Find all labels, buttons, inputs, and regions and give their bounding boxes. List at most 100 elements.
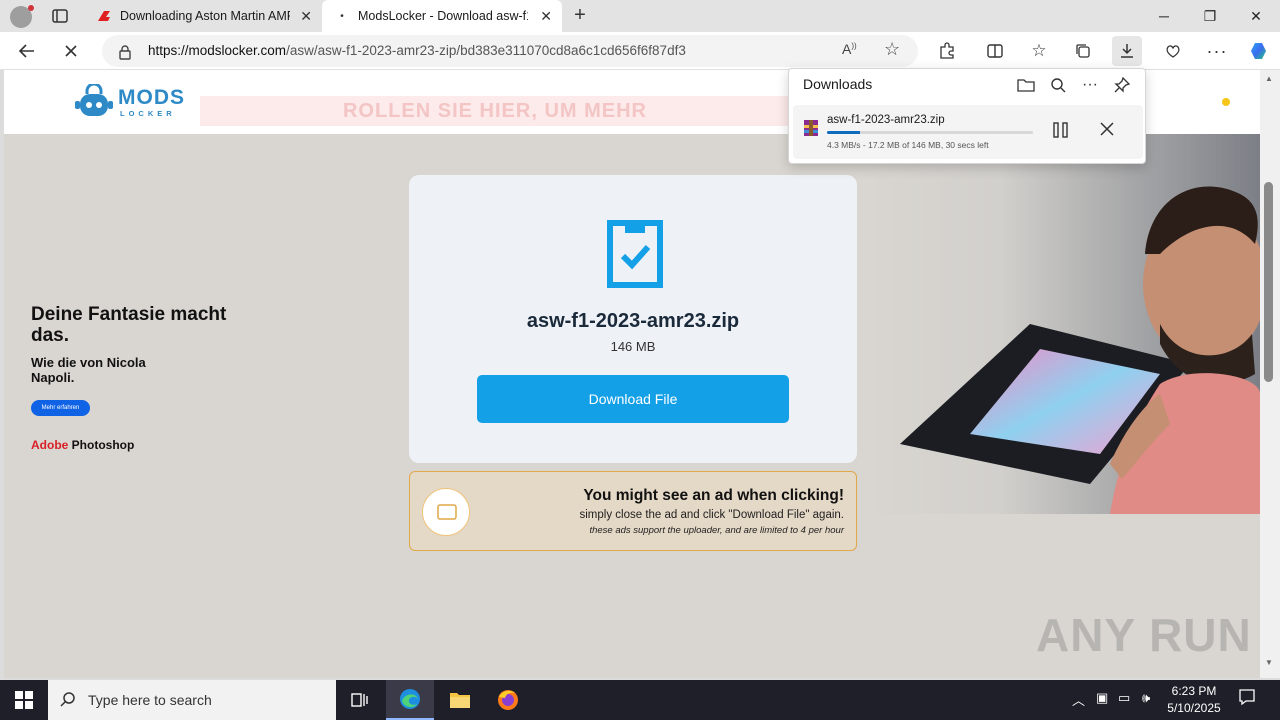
ad-photo[interactable] (860, 134, 1260, 514)
close-window-button[interactable]: ✕ (1233, 0, 1279, 32)
download-card: asw-f1-2023-amr23.zip 146 MB Download Fi… (409, 175, 857, 463)
more-menu-button[interactable]: ··· (1202, 36, 1232, 66)
split-screen-icon[interactable] (980, 36, 1010, 66)
extensions-icon[interactable] (932, 36, 962, 66)
download-status: 4.3 MB/s - 17.2 MB of 146 MB, 30 secs le… (827, 140, 989, 150)
open-folder-icon[interactable] (1013, 73, 1039, 97)
search-icon (60, 692, 75, 707)
pause-button[interactable] (1051, 120, 1071, 140)
browser-essentials-icon[interactable] (1158, 36, 1188, 66)
restore-button[interactable]: ❐ (1187, 0, 1233, 32)
edge-taskbar-icon[interactable] (386, 680, 434, 720)
notice-line-2: these ads support the uploader, and are … (589, 525, 844, 536)
file-name: asw-f1-2023-amr23.zip (526, 310, 740, 332)
url-host: https://modslocker.com (148, 43, 287, 58)
clipboard-check-icon (607, 220, 663, 288)
site-favicon-icon (98, 11, 110, 21)
adobe-ad[interactable]: Deine Fantasie macht das. Wie die von Ni… (4, 134, 404, 678)
photoshop-wordmark: Photoshop (68, 438, 135, 452)
tray-device-icon[interactable]: ▣ (1096, 690, 1108, 706)
ad-learn-more-button[interactable]: Mehr erfahren (31, 400, 90, 416)
tab-close-icon[interactable]: ✕ (300, 8, 312, 24)
archive-file-icon (804, 120, 818, 136)
download-item[interactable]: asw-f1-2023-amr23.zip 4.3 MB/s - 17.2 MB… (793, 105, 1143, 159)
profile-avatar[interactable] (10, 5, 34, 28)
more-options-icon[interactable]: ··· (1077, 73, 1103, 97)
start-button[interactable] (0, 680, 48, 720)
page-scrollbar[interactable]: ▲ ▼ (1260, 70, 1280, 678)
copilot-icon[interactable] (1244, 36, 1274, 66)
downloads-button[interactable] (1112, 36, 1142, 66)
downloads-title: Downloads (803, 76, 873, 92)
tray-overflow-icon[interactable]: ︿ (1072, 690, 1085, 709)
minimize-button[interactable]: ─ (1141, 0, 1187, 32)
scroll-down-arrow-icon[interactable]: ▼ (1265, 658, 1273, 667)
back-button[interactable] (12, 36, 42, 66)
taskbar-clock[interactable]: 6:23 PM 5/10/2025 (1160, 683, 1228, 717)
network-icon[interactable]: ▭ (1118, 690, 1130, 706)
taskbar-search[interactable]: Type here to search (48, 680, 336, 720)
adobe-wordmark: Adobe (31, 438, 69, 452)
download-file-button[interactable]: Download File (477, 375, 789, 423)
scroll-banner[interactable]: ROLLEN SIE HIER, UM MEHR (200, 96, 790, 126)
loading-dot-icon: • (340, 10, 344, 22)
ad-subtext: Wie die von Nicola Napoli. (31, 355, 146, 385)
url-path: /asw/asw-f1-2023-amr23-zip/bd383e311070c… (286, 43, 686, 58)
clock-time: 6:23 PM (1171, 684, 1217, 698)
download-icon (1121, 44, 1133, 58)
search-placeholder: Type here to search (88, 692, 212, 708)
notification-dot (28, 5, 34, 11)
download-file-name: asw-f1-2023-amr23.zip (827, 114, 945, 126)
notice-line-1: simply close the ad and click "Download … (579, 509, 845, 521)
browser-toolbar: https://modslocker.com/asw/asw-f1-2023-a… (0, 32, 1280, 70)
warning-icon (422, 488, 470, 536)
logo-subtext: LOCKER (120, 109, 176, 118)
status-dot (1222, 98, 1230, 106)
read-aloud-icon[interactable]: A)) (842, 41, 857, 57)
scroll-up-arrow-icon[interactable]: ▲ (1265, 74, 1273, 83)
stop-loading-button[interactable] (56, 36, 86, 66)
tab-actions-icon[interactable] (50, 8, 70, 24)
notifications-icon[interactable] (1238, 688, 1256, 709)
pin-icon[interactable] (1109, 73, 1135, 97)
ad-headline: Deine Fantasie macht das. (31, 304, 227, 346)
volume-icon[interactable]: 🕪 (1142, 690, 1150, 706)
notice-heading: You might see an ad when clicking! (583, 487, 844, 504)
new-tab-button[interactable]: + (568, 4, 592, 28)
close-icon (65, 45, 77, 57)
download-progress-fill (827, 131, 860, 134)
scrollbar-thumb[interactable] (1264, 182, 1273, 382)
task-view-icon[interactable] (336, 680, 384, 720)
tab-title: ModsLocker - Download asw-f1- (358, 9, 528, 23)
tab-aston-martin[interactable]: Downloading Aston Martin AMR2 ✕ (86, 0, 322, 32)
url-text: https://modslocker.com/asw/asw-f1-2023-a… (148, 43, 686, 58)
downloads-flyout: Downloads ··· asw-f1-2023-amr23.zip 4.3 … (788, 68, 1146, 164)
back-arrow-icon (18, 44, 34, 58)
tab-title: Downloading Aston Martin AMR2 (120, 9, 290, 23)
windows-logo-icon (15, 691, 33, 709)
clock-date: 5/10/2025 (1167, 701, 1221, 715)
search-icon[interactable] (1045, 73, 1071, 97)
logo-text: MODS (118, 86, 185, 109)
pause-icon (1053, 122, 1068, 138)
ad-brand: Adobe Photoshop (31, 438, 134, 452)
firefox-icon[interactable] (484, 680, 532, 720)
site-logo[interactable]: MODS LOCKER (74, 84, 204, 120)
cancel-download-button[interactable] (1099, 121, 1117, 139)
ad-warning-notice: You might see an ad when clicking! simpl… (409, 471, 857, 551)
tab-bar: Downloading Aston Martin AMR2 ✕ • ModsLo… (0, 0, 1280, 32)
file-explorer-icon[interactable] (436, 680, 484, 720)
collections-icon[interactable] (1068, 36, 1098, 66)
anyrun-watermark: ANY RUN (1036, 609, 1252, 661)
tab-modslocker[interactable]: • ModsLocker - Download asw-f1- ✕ (322, 0, 562, 32)
address-bar[interactable]: https://modslocker.com/asw/asw-f1-2023-a… (102, 35, 918, 67)
favorites-icon[interactable]: ☆ (1024, 36, 1054, 66)
windows-taskbar: Type here to search ︿ ▣ ▭ 🕪 6:23 PM 5/10… (0, 680, 1280, 720)
download-progress-bar (827, 131, 1033, 134)
robot-logo-icon (75, 84, 113, 116)
file-size: 146 MB (610, 339, 656, 354)
lock-icon (119, 45, 131, 60)
favorite-star-icon[interactable]: ☆ (884, 39, 900, 60)
tab-close-icon[interactable]: ✕ (540, 8, 552, 24)
close-icon (1100, 122, 1114, 136)
